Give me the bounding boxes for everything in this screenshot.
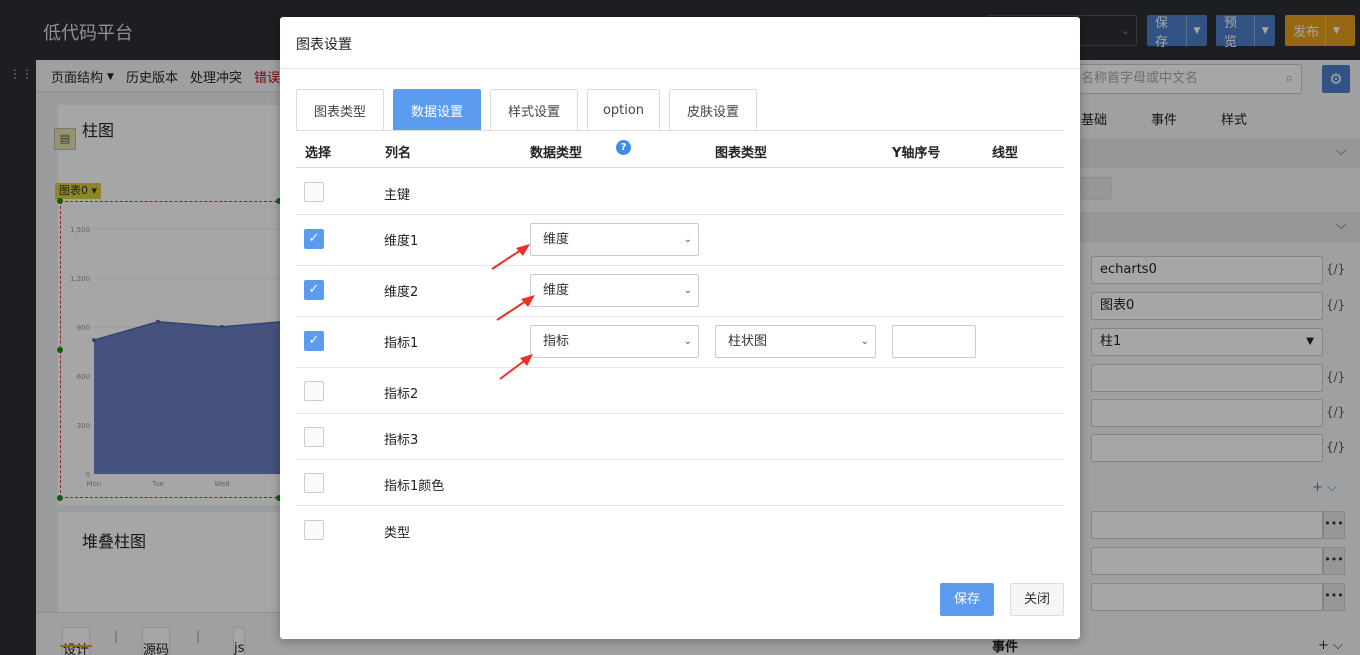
annotation-arrow (496, 295, 535, 321)
row-checkbox-checked[interactable]: ✓ (304, 229, 324, 249)
dialog-close-button[interactable]: 关闭 (1010, 583, 1064, 616)
help-icon[interactable]: ? (616, 140, 631, 155)
row-column-name: 类型 (384, 526, 411, 541)
data-type-select[interactable]: 维度 ⌄ (530, 223, 699, 256)
row-column-name: 指标1颜色 (384, 479, 445, 494)
chevron-down-icon: ⌄ (860, 336, 869, 347)
row-checkbox[interactable] (304, 520, 324, 540)
row-checkbox[interactable] (304, 381, 324, 401)
table-row: 指标1颜色 (296, 460, 1064, 506)
header-data-type: 数据类型 (530, 146, 583, 161)
tab-skin-settings[interactable]: 皮肤设置 (669, 89, 757, 130)
tab-chart-type[interactable]: 图表类型 (296, 89, 384, 130)
select-value: 维度 (543, 283, 570, 298)
tab-data-settings[interactable]: 数据设置 (393, 89, 481, 130)
row-column-name: 指标2 (384, 387, 419, 402)
y-axis-index-input[interactable] (892, 325, 976, 358)
header-column: 列名 (385, 146, 412, 161)
table-header: 选择 列名 数据类型 ? 图表类型 Y轴序号 线型 (296, 131, 1064, 168)
row-checkbox[interactable] (304, 473, 324, 493)
row-checkbox-checked[interactable]: ✓ (304, 280, 324, 300)
chevron-down-icon: ⌄ (683, 234, 692, 245)
select-value: 维度 (543, 232, 570, 247)
header-y-axis: Y轴序号 (892, 146, 941, 161)
dialog-save-button[interactable]: 保存 (940, 583, 994, 616)
header-line-type: 线型 (992, 146, 1019, 161)
table-row: 主键 (296, 168, 1064, 215)
dialog-tabs: 图表类型 数据设置 样式设置 option 皮肤设置 (296, 89, 757, 130)
divider (280, 68, 1080, 69)
table-row: 指标2 (296, 368, 1064, 414)
chart-type-select[interactable]: 柱状图 ⌄ (715, 325, 876, 358)
table-row: ✓ 维度2 维度 ⌄ (296, 266, 1064, 317)
data-type-select[interactable]: 维度 ⌄ (530, 274, 699, 307)
dialog-title: 图表设置 (296, 37, 352, 53)
tab-style-settings[interactable]: 样式设置 (490, 89, 578, 130)
table-row: 指标3 (296, 414, 1064, 460)
row-checkbox-checked[interactable]: ✓ (304, 331, 324, 351)
chart-settings-dialog: 图表设置 图表类型 数据设置 样式设置 option 皮肤设置 选择 列名 数据… (280, 17, 1080, 639)
chevron-down-icon: ⌄ (683, 285, 692, 296)
row-column-name: 主键 (384, 188, 411, 203)
annotation-arrow (499, 354, 533, 380)
table-row: ✓ 指标1 指标 ⌄ 柱状图 ⌄ (296, 317, 1064, 368)
header-select: 选择 (305, 146, 332, 161)
row-checkbox[interactable] (304, 182, 324, 202)
select-value: 柱状图 (728, 334, 768, 349)
row-column-name: 维度1 (384, 234, 419, 249)
select-value: 指标 (543, 334, 570, 349)
row-column-name: 指标3 (384, 433, 419, 448)
table-row: ✓ 维度1 维度 ⌄ (296, 215, 1064, 266)
annotation-arrow (491, 244, 530, 270)
data-type-select[interactable]: 指标 ⌄ (530, 325, 699, 358)
header-chart-type: 图表类型 (715, 146, 768, 161)
tab-option[interactable]: option (587, 89, 660, 130)
chevron-down-icon: ⌄ (683, 336, 692, 347)
row-checkbox[interactable] (304, 427, 324, 447)
table-row: 类型 (296, 506, 1064, 553)
row-column-name: 维度2 (384, 285, 419, 300)
row-column-name: 指标1 (384, 336, 419, 351)
